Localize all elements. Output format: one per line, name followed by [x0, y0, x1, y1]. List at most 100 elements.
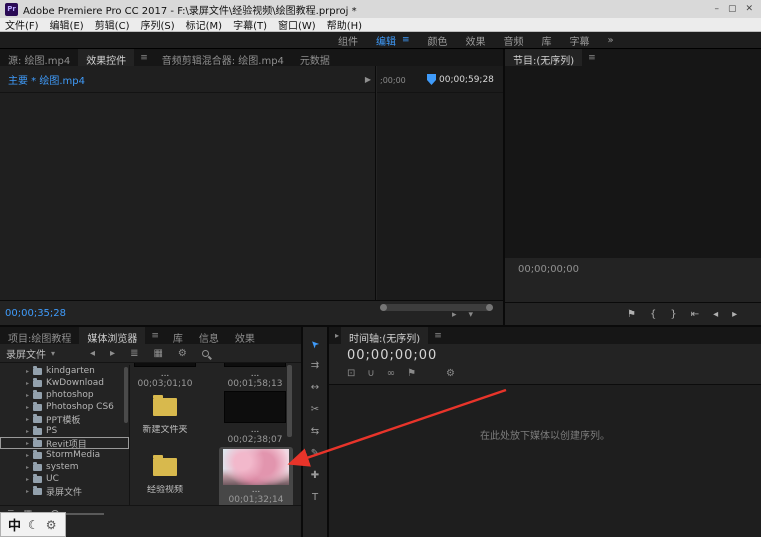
- chevron-right-icon[interactable]: ▸: [26, 476, 29, 483]
- play-clip-icon[interactable]: ▸: [452, 310, 457, 320]
- chevron-right-icon[interactable]: ▸: [26, 488, 29, 495]
- zoom-handle-right[interactable]: [486, 304, 493, 311]
- tree-item-luping[interactable]: ▸录屏文件: [0, 485, 129, 497]
- chevron-right-icon[interactable]: ▸: [26, 452, 29, 459]
- ime-language-indicator[interactable]: 中: [8, 515, 21, 534]
- menu-help[interactable]: 帮助(H): [327, 17, 362, 32]
- mark-out-icon[interactable]: }: [670, 309, 676, 320]
- panel-menu-icon[interactable]: ≡: [145, 327, 165, 344]
- ime-settings-icon[interactable]: ⚙: [46, 518, 57, 532]
- media-item-clip-1[interactable]: ... 00;03;01;10: [133, 363, 197, 389]
- workspace-tab-assembly[interactable]: 组件: [338, 33, 358, 48]
- thumbnail-view-icon[interactable]: ▦: [153, 348, 162, 359]
- chevron-down-icon[interactable]: ▾: [51, 349, 55, 358]
- zoom-handle-left[interactable]: [380, 304, 387, 311]
- tab-libraries[interactable]: 库: [165, 327, 191, 344]
- track-select-forward-tool[interactable]: ⇉: [307, 359, 323, 372]
- tab-metadata[interactable]: 元数据: [292, 49, 338, 66]
- tab-info[interactable]: 信息: [191, 327, 227, 344]
- media-item-folder-new[interactable]: 新建文件夹: [133, 389, 197, 435]
- media-item-clip-selected[interactable]: ... 00;01;32;14: [219, 447, 293, 505]
- close-button[interactable]: ✕: [745, 4, 753, 14]
- back-icon[interactable]: ◂: [90, 348, 95, 359]
- tree-item-ps[interactable]: ▸PS: [0, 425, 129, 437]
- chevron-right-icon[interactable]: ▸: [26, 392, 29, 399]
- tree-item-revit[interactable]: ▸Revit项目: [0, 437, 129, 449]
- tree-item-photoshop-cs6[interactable]: ▸Photoshop CS6: [0, 401, 129, 413]
- tab-audio-clip-mixer[interactable]: 音频剪辑混合器: 绘图.mp4: [154, 49, 292, 66]
- minimize-button[interactable]: –: [714, 4, 719, 14]
- tree-item-stormmedia[interactable]: ▸StormMedia: [0, 449, 129, 461]
- workspace-tab-libraries[interactable]: 库: [542, 33, 552, 48]
- tab-timeline[interactable]: 时间轴:(无序列): [341, 327, 428, 344]
- type-tool[interactable]: T: [307, 491, 323, 504]
- chevron-right-icon[interactable]: ▸: [26, 464, 29, 471]
- tree-item-ppt-template[interactable]: ▸PPT模板: [0, 413, 129, 425]
- media-item-clip-3[interactable]: ... 00;02;38;07: [223, 389, 287, 445]
- add-marker-icon[interactable]: ⚑: [627, 309, 636, 320]
- chevron-right-icon[interactable]: ▸: [26, 428, 29, 435]
- nest-sequence-icon[interactable]: ⊡: [347, 368, 355, 379]
- tab-source-monitor[interactable]: 源: 绘图.mp4: [0, 49, 78, 66]
- workspace-menu-icon[interactable]: ≡: [402, 35, 410, 45]
- workspace-tab-audio[interactable]: 音频: [504, 33, 524, 48]
- menu-marker[interactable]: 标记(M): [186, 17, 222, 32]
- workspace-tab-editing[interactable]: 编辑: [376, 33, 396, 48]
- tree-item-kindgarten[interactable]: ▸kindgarten: [0, 365, 129, 377]
- panel-menu-icon[interactable]: ≡: [428, 327, 448, 344]
- panel-menu-icon[interactable]: ≡: [134, 49, 154, 66]
- playhead-marker[interactable]: [427, 74, 436, 85]
- menu-window[interactable]: 窗口(W): [278, 17, 316, 32]
- tree-scrollbar[interactable]: [124, 367, 128, 423]
- chevron-right-icon[interactable]: ▸: [26, 380, 29, 387]
- snap-icon[interactable]: ∪: [367, 368, 374, 379]
- mini-timeline-ruler[interactable]: ;00;00 00;00;59;28: [377, 66, 503, 93]
- tree-item-kwdownload[interactable]: ▸KwDownload: [0, 377, 129, 389]
- tree-item-photoshop[interactable]: ▸photoshop: [0, 389, 129, 401]
- menu-clip[interactable]: 剪辑(C): [95, 17, 130, 32]
- mark-in-icon[interactable]: {: [650, 309, 656, 320]
- media-item-clip-2[interactable]: ... 00;01;58;13: [223, 363, 287, 389]
- pen-tool[interactable]: ✎: [307, 447, 323, 460]
- ime-mode-icon[interactable]: ☾: [28, 518, 39, 532]
- menu-file[interactable]: 文件(F): [5, 17, 39, 32]
- hand-tool[interactable]: ✚: [307, 469, 323, 482]
- tab-project[interactable]: 项目:绘图教程: [0, 327, 79, 344]
- current-timecode[interactable]: 00;00;35;28: [5, 308, 66, 319]
- workspace-tab-captions[interactable]: 字幕: [570, 33, 590, 48]
- linked-selection-icon[interactable]: ∞: [387, 368, 395, 379]
- forward-icon[interactable]: ▸: [110, 348, 115, 359]
- timeline-current-timecode[interactable]: 00;00;00;00: [347, 348, 437, 363]
- chevron-right-icon[interactable]: ▸: [26, 440, 29, 447]
- timeline-track-area[interactable]: 在此处放下媒体以创建序列。: [329, 384, 761, 537]
- go-to-in-icon[interactable]: ⇤: [691, 309, 699, 320]
- horizontal-zoom-scrollbar[interactable]: [380, 304, 493, 311]
- ripple-edit-tool[interactable]: ↔: [307, 381, 323, 394]
- step-back-icon[interactable]: ◂: [713, 309, 718, 320]
- program-current-timecode[interactable]: 00;00;00;00: [518, 264, 579, 275]
- more-options-icon[interactable]: ▾: [468, 310, 473, 320]
- timeline-settings-icon[interactable]: ⚙: [446, 368, 455, 379]
- menu-edit[interactable]: 编辑(E): [50, 17, 84, 32]
- timeline-view-toggle-icon[interactable]: ▶: [365, 75, 371, 84]
- ingest-settings-icon[interactable]: ⚙: [178, 348, 187, 359]
- tab-program-monitor[interactable]: 节目:(无序列): [505, 49, 582, 66]
- tab-effect-controls[interactable]: 效果控件: [78, 49, 134, 66]
- menu-title[interactable]: 字幕(T): [233, 17, 267, 32]
- selection-tool[interactable]: ➤: [307, 337, 323, 350]
- tree-item-uc[interactable]: ▸UC: [0, 473, 129, 485]
- tab-media-browser[interactable]: 媒体浏览器: [79, 327, 145, 344]
- razor-tool[interactable]: ✂: [307, 403, 323, 416]
- tab-effects[interactable]: 效果: [227, 327, 263, 344]
- maximize-button[interactable]: ▢: [728, 4, 737, 14]
- list-view-icon[interactable]: ≣: [130, 348, 138, 359]
- tab-scroll-icon[interactable]: ▸: [329, 327, 341, 344]
- search-icon[interactable]: [202, 350, 209, 357]
- media-item-folder-experience[interactable]: 经验视频: [133, 449, 197, 495]
- add-marker-icon[interactable]: ⚑: [407, 368, 416, 379]
- panel-menu-icon[interactable]: ≡: [582, 49, 602, 66]
- menu-sequence[interactable]: 序列(S): [140, 17, 174, 32]
- grid-scrollbar[interactable]: [287, 365, 292, 437]
- play-icon[interactable]: ▸: [732, 309, 737, 320]
- chevron-right-icon[interactable]: ▸: [26, 368, 29, 375]
